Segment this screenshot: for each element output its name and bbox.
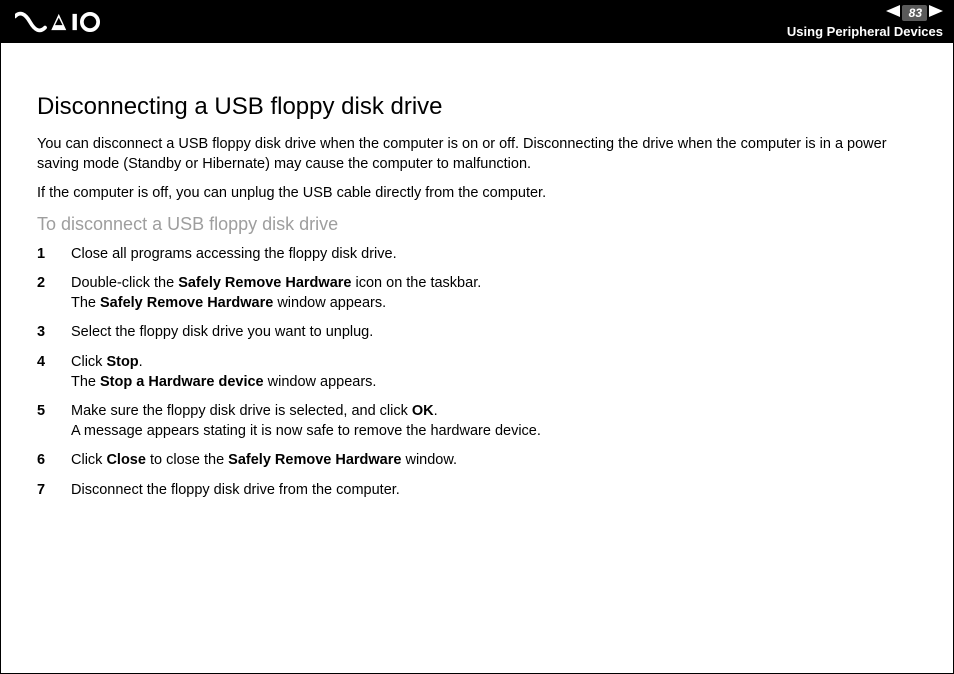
bold-term: Safely Remove Hardware [100, 295, 273, 311]
bold-term: Stop a Hardware device [100, 374, 264, 390]
step-text: A message appears stating it is now safe… [71, 423, 541, 439]
page-title: Disconnecting a USB floppy disk drive [37, 93, 917, 121]
step-6: Click Close to close the Safely Remove H… [37, 451, 917, 471]
step-text: Make sure the floppy disk drive is selec… [71, 403, 412, 419]
bold-term: Safely Remove Hardware [178, 275, 351, 291]
step-2: Double-click the Safely Remove Hardware … [37, 274, 917, 313]
document-page: 83 Using Peripheral Devices Disconnectin… [0, 0, 954, 674]
page-number: 83 [902, 5, 927, 21]
vaio-logo [15, 11, 115, 33]
step-text: window appears. [264, 374, 377, 390]
step-text: Close all programs accessing the floppy … [71, 246, 397, 262]
page-content: Disconnecting a USB floppy disk drive Yo… [1, 43, 953, 530]
step-text: The [71, 295, 100, 311]
step-text: Click [71, 452, 106, 468]
pager: 83 [886, 4, 943, 22]
intro-paragraph-2: If the computer is off, you can unplug t… [37, 184, 917, 204]
step-7: Disconnect the floppy disk drive from th… [37, 481, 917, 501]
step-1: Close all programs accessing the floppy … [37, 245, 917, 265]
step-text: window appears. [273, 295, 386, 311]
step-text: window. [401, 452, 457, 468]
step-text: Click [71, 354, 106, 370]
next-page-icon[interactable] [929, 4, 943, 22]
step-text: . [139, 354, 143, 370]
header-right: 83 Using Peripheral Devices [787, 4, 943, 39]
step-text: to close the [146, 452, 228, 468]
step-text: Double-click the [71, 275, 178, 291]
step-4: Click Stop. The Stop a Hardware device w… [37, 353, 917, 392]
section-title: Using Peripheral Devices [787, 24, 943, 39]
step-text: Select the floppy disk drive you want to… [71, 324, 373, 340]
step-text: icon on the taskbar. [351, 275, 481, 291]
step-text: . [434, 403, 438, 419]
step-text: Disconnect the floppy disk drive from th… [71, 482, 400, 498]
step-text: The [71, 374, 100, 390]
bold-term: Close [106, 452, 146, 468]
step-5: Make sure the floppy disk drive is selec… [37, 402, 917, 441]
bold-term: Stop [106, 354, 138, 370]
page-header: 83 Using Peripheral Devices [1, 1, 953, 43]
procedure-list: Close all programs accessing the floppy … [37, 245, 917, 501]
bold-term: OK [412, 403, 434, 419]
intro-paragraph-1: You can disconnect a USB floppy disk dri… [37, 135, 917, 174]
step-3: Select the floppy disk drive you want to… [37, 323, 917, 343]
procedure-heading: To disconnect a USB floppy disk drive [37, 214, 917, 235]
prev-page-icon[interactable] [886, 4, 900, 22]
bold-term: Safely Remove Hardware [228, 452, 401, 468]
